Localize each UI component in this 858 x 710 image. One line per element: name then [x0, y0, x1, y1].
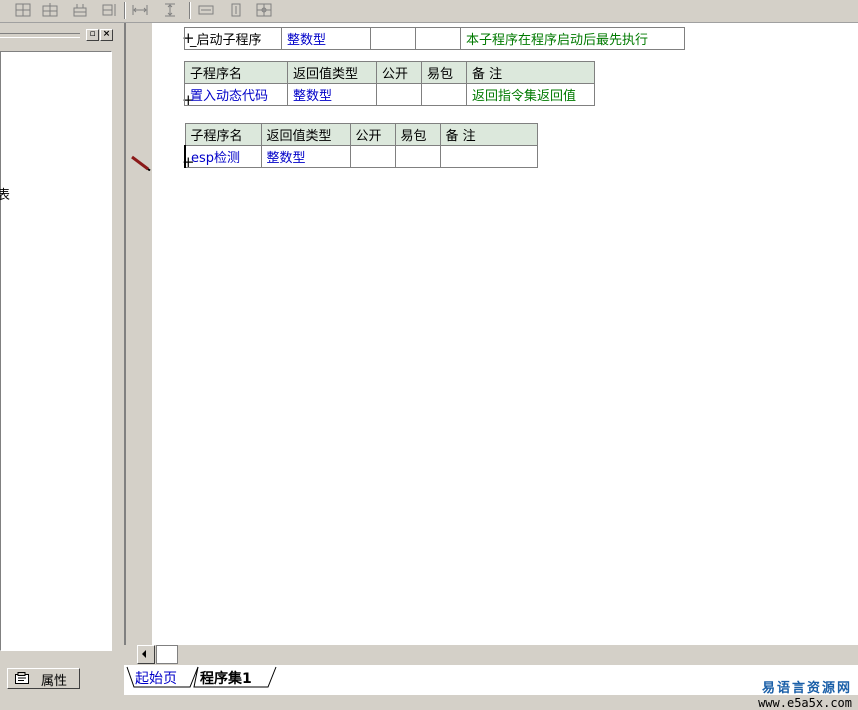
subroutine-name-cell[interactable]: 置入动态代码 [184, 83, 288, 106]
insert-column-icon[interactable] [13, 1, 33, 19]
tab-program-set-1-label: 程序集1 [200, 671, 252, 687]
public-cell[interactable] [370, 27, 416, 50]
code-area[interactable]: + _启动子程序 整数型 本子程序在程序启动后最先执行 + 子程序名 返回值类型… [152, 23, 858, 645]
equal-width-icon[interactable] [196, 1, 216, 19]
properties-tab-label: 属性 [41, 674, 68, 689]
properties-icon [15, 672, 30, 684]
horizontal-scrollbar-track[interactable] [156, 645, 178, 664]
col-header-easy-pack: 易包 [394, 123, 441, 146]
bottom-bar: 起始页 程序集1 易语言资源网 www.e5a5x.com [124, 645, 858, 710]
split-cell-icon[interactable] [70, 1, 90, 19]
col-header-remark: 备 注 [439, 123, 538, 146]
tree-item-partial[interactable]: 表 [0, 184, 10, 203]
col-header-return-type: 返回值类型 [287, 61, 377, 84]
col-header-remark: 备 注 [466, 61, 595, 84]
easy-pack-cell[interactable] [421, 83, 467, 106]
remark-cell[interactable]: 返回指令集返回值 [466, 83, 595, 106]
col-header-easy-pack: 易包 [421, 61, 467, 84]
col-header-name: 子程序名 [184, 61, 288, 84]
properties-tab[interactable]: 属性 [7, 668, 80, 689]
table-header-row: 子程序名 返回值类型 公开 易包 备 注 [184, 123, 538, 146]
table-toolbar [0, 0, 858, 23]
table-row: 置入动态代码 整数型 返回指令集返回值 [184, 83, 595, 106]
easy-pack-cell[interactable] [394, 145, 441, 168]
easy-pack-cell[interactable] [415, 27, 461, 50]
col-header-name: 子程序名 [184, 123, 262, 146]
insert-row-icon[interactable] [40, 1, 60, 19]
code-editor[interactable]: + _启动子程序 整数型 本子程序在程序启动后最先执行 + 子程序名 返回值类型… [124, 23, 858, 645]
tab-start-page-label: 起始页 [135, 671, 177, 687]
table-row: _启动子程序 整数型 本子程序在程序启动后最先执行 [184, 27, 685, 50]
close-icon[interactable]: × [100, 29, 113, 41]
subroutine-name-cell[interactable]: esp检测 [184, 145, 262, 168]
left-dock-panel: ▫ × 表 属性 [0, 23, 122, 689]
panel-titlebar: ▫ × [0, 27, 118, 41]
subroutine-table: 子程序名 返回值类型 公开 易包 备 注 置入动态代码 整数型 返回指令集返回值 [184, 61, 595, 106]
pencil-icon [131, 155, 151, 171]
return-type-cell[interactable]: 整数型 [260, 145, 351, 168]
tab-program-set-1[interactable]: 程序集1 [200, 668, 252, 688]
restore-icon[interactable]: ▫ [86, 29, 99, 41]
public-cell[interactable] [349, 145, 396, 168]
remark-cell[interactable] [439, 145, 538, 168]
panel-grip[interactable] [0, 33, 80, 38]
subroutine-name-cell[interactable]: _启动子程序 [184, 27, 282, 50]
arrow-left-icon [142, 650, 146, 658]
table-grid-icon[interactable] [254, 1, 274, 19]
table-header-row: 子程序名 返回值类型 公开 易包 备 注 [184, 61, 595, 84]
watermark: 易语言资源网 www.e5a5x.com [758, 677, 852, 710]
return-type-cell[interactable]: 整数型 [287, 83, 377, 106]
remark-cell[interactable]: 本子程序在程序启动后最先执行 [460, 27, 685, 50]
scroll-left-button[interactable] [137, 645, 155, 664]
public-cell[interactable] [376, 83, 422, 106]
align-width-icon[interactable] [130, 1, 150, 19]
col-header-public: 公开 [376, 61, 422, 84]
watermark-url: www.e5a5x.com [758, 696, 852, 710]
table-row: esp检测 整数型 [184, 145, 538, 168]
subroutine-table: 子程序名 返回值类型 公开 易包 备 注 esp检测 整数型 [184, 123, 538, 168]
editor-gutter [126, 23, 152, 645]
col-header-return-type: 返回值类型 [260, 123, 351, 146]
panel-content: 表 [0, 51, 112, 651]
col-header-public: 公开 [349, 123, 396, 146]
subroutine-table: _启动子程序 整数型 本子程序在程序启动后最先执行 [184, 27, 685, 50]
document-tabstrip: 起始页 程序集1 易语言资源网 www.e5a5x.com [124, 665, 858, 710]
equal-height-icon[interactable] [226, 1, 246, 19]
return-type-cell[interactable]: 整数型 [281, 27, 371, 50]
watermark-title: 易语言资源网 [761, 681, 852, 696]
tab-start-page[interactable]: 起始页 [135, 668, 177, 688]
merge-cell-icon[interactable] [100, 1, 120, 19]
align-height-icon[interactable] [160, 1, 180, 19]
